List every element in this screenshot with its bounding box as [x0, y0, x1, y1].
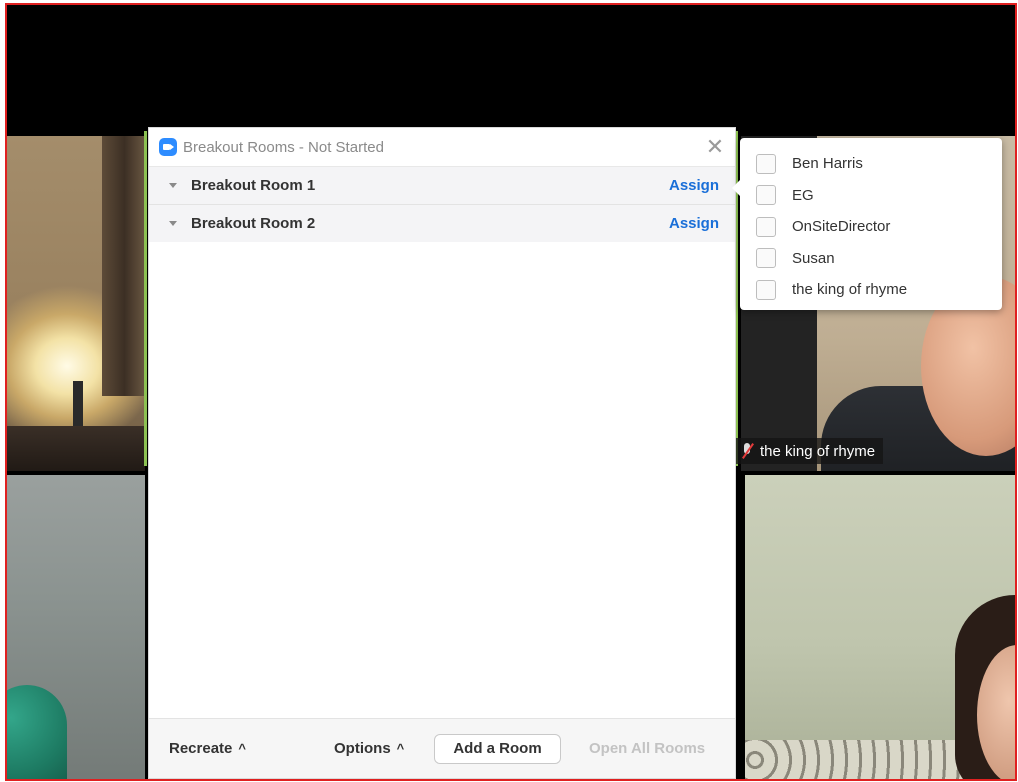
active-speaker-border — [144, 131, 147, 466]
recreate-button[interactable]: Recreate ^ — [169, 740, 334, 757]
video-area-top — [7, 5, 1015, 135]
options-label: Options — [334, 740, 391, 757]
participant-checkbox[interactable] — [756, 216, 776, 237]
participant-checkbox[interactable] — [756, 279, 776, 300]
participant-checkbox[interactable] — [756, 185, 776, 206]
room-name: Breakout Room 2 — [191, 215, 316, 232]
table — [7, 426, 145, 471]
background-curtain — [102, 136, 145, 396]
participant-option[interactable]: EG — [756, 180, 1002, 212]
caret-up-icon: ^ — [396, 741, 405, 756]
participant-name: the king of rhyme — [760, 442, 876, 460]
participant-option[interactable]: OnSiteDirector — [756, 211, 1002, 243]
breakout-room-row[interactable]: Breakout Room 1 Assign — [149, 166, 735, 204]
caret-up-icon: ^ — [238, 741, 246, 756]
open-all-rooms-button[interactable]: Open All Rooms — [589, 740, 705, 757]
recreate-label: Recreate — [169, 740, 233, 757]
participant-option[interactable]: Susan — [756, 243, 1002, 275]
expand-triangle-icon[interactable] — [169, 183, 177, 188]
options-button[interactable]: Options ^ — [334, 740, 434, 757]
expand-triangle-icon[interactable] — [169, 221, 177, 226]
participant-option-label: EG — [792, 186, 814, 204]
dialog-title: Breakout Rooms - Not Started — [183, 138, 384, 156]
participant-shoulder — [7, 685, 67, 779]
video-tile-bottom-left[interactable] — [7, 475, 145, 779]
participant-option[interactable]: Ben Harris — [756, 148, 1002, 180]
participant-option[interactable]: the king of rhyme — [756, 274, 1002, 306]
assign-button[interactable]: Assign — [669, 215, 719, 232]
participant-name-tag: the king of rhyme — [736, 438, 884, 464]
participant-checkbox[interactable] — [756, 153, 776, 174]
participant-checkbox[interactable] — [756, 248, 776, 269]
lamp — [73, 381, 83, 431]
breakout-rooms-dialog: Breakout Rooms - Not Started ✕ Breakout … — [148, 127, 736, 779]
participant-option-label: Susan — [792, 249, 835, 267]
add-room-button[interactable]: Add a Room — [434, 733, 561, 764]
muted-mic-icon — [740, 442, 754, 460]
dialog-footer: Recreate ^ Options ^ Add a Room Open All… — [149, 718, 735, 778]
video-tile-bottom-right[interactable] — [745, 475, 1015, 779]
zoom-app-icon — [159, 138, 177, 156]
participant-option-label: Ben Harris — [792, 155, 863, 173]
assign-participants-popup: Ben Harris EG OnSiteDirector Susan the k… — [732, 138, 1002, 310]
video-tile-top-left[interactable] — [7, 136, 145, 471]
assign-button[interactable]: Assign — [669, 177, 719, 194]
participant-option-label: the king of rhyme — [792, 281, 908, 299]
participant-option-label: OnSiteDirector — [792, 218, 891, 236]
close-icon[interactable]: ✕ — [705, 134, 725, 160]
dialog-titlebar: Breakout Rooms - Not Started ✕ — [149, 128, 735, 166]
room-name: Breakout Room 1 — [191, 177, 316, 194]
breakout-room-row[interactable]: Breakout Room 2 Assign — [149, 204, 735, 242]
